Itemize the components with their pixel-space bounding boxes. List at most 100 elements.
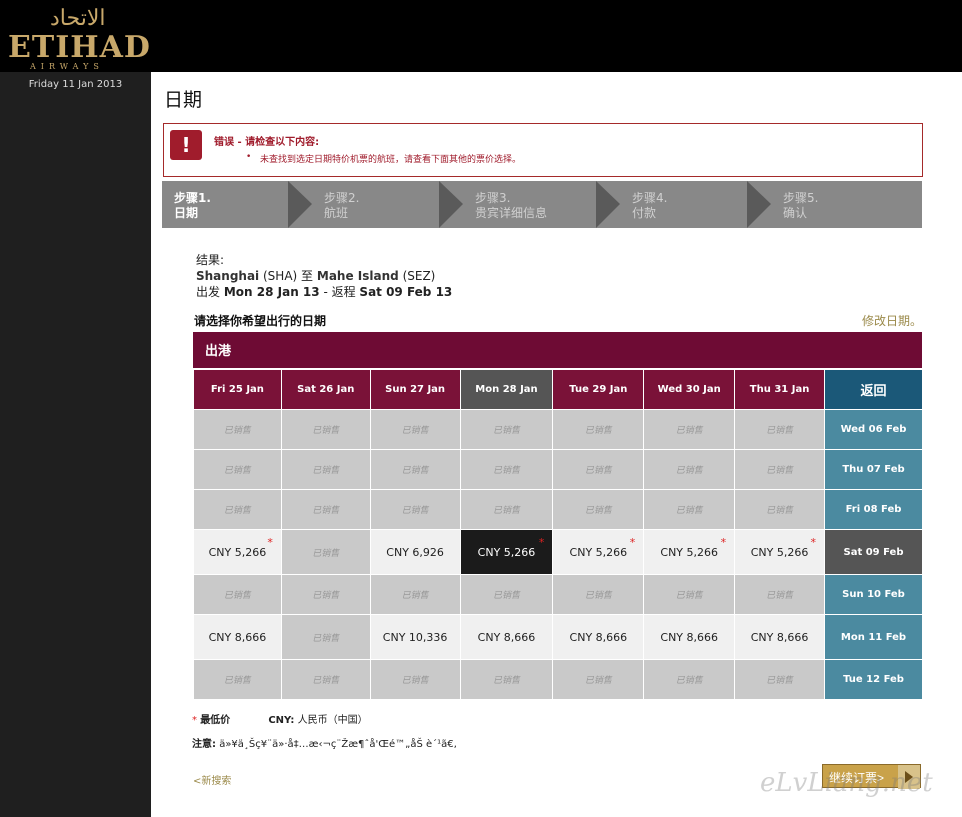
fare-cell[interactable]: CNY 5,266 * xyxy=(644,530,735,574)
sold-out-cell: 已销售 xyxy=(644,575,735,614)
select-dates-heading: 请选择你希望出行的日期 xyxy=(194,314,327,328)
change-dates-link[interactable]: 修改日期。 xyxy=(862,312,922,329)
new-search-link[interactable]: <新搜索 xyxy=(193,772,231,787)
step-date: 步骤1. 日期 xyxy=(162,181,312,228)
sold-out-cell: 已销售 xyxy=(194,450,281,489)
step-arrow-icon xyxy=(747,181,771,228)
fare-row: 已销售 已销售 已销售 已销售 已销售 已销售 已销售 Fri 08 Feb xyxy=(194,490,922,529)
sold-out-cell: 已销售 xyxy=(460,660,553,699)
sold-out-cell: 已销售 xyxy=(553,660,644,699)
fare-cell[interactable]: CNY 10,336 xyxy=(370,615,460,659)
sold-out-cell: 已销售 xyxy=(553,450,644,489)
destination-city: Mahe Island xyxy=(316,269,399,283)
sold-out-cell: 已销售 xyxy=(194,660,281,699)
fare-calendar-grid: Fri 25 Jan Sat 26 Jan Sun 27 Jan Mon 28 … xyxy=(193,369,923,700)
sold-out-cell: 已销售 xyxy=(281,410,370,449)
step-arrow-icon xyxy=(288,181,312,228)
fare-cell[interactable]: CNY 8,666 xyxy=(460,615,553,659)
depart-date: Mon 28 Jan 13 xyxy=(223,285,320,299)
step-arrow-icon xyxy=(596,181,620,228)
bullet-icon: • xyxy=(246,152,252,162)
fare-cell[interactable]: CNY 6,926 xyxy=(370,530,460,574)
fare-row: 已销售 已销售 已销售 已销售 已销售 已销售 已销售 Thu 07 Feb xyxy=(194,450,922,489)
error-item-text: 未查找到选定日期特价机票的航班，请查看下面其他的票价选择。 xyxy=(260,155,522,165)
fare-price: CNY 5,266 xyxy=(569,545,628,559)
step-label: 确认 xyxy=(783,206,808,220)
sold-out-cell: 已销售 xyxy=(370,490,460,529)
sold-out-cell: 已销售 xyxy=(281,660,370,699)
fare-price: CNY 5,266 xyxy=(208,545,267,559)
lowest-fare-star-icon: * xyxy=(192,715,197,726)
notice: 注意: ä»¥ä¸Šç¥¨ä»·å‡…æ‹¬ç¨Žæ¶ˆå'Œé™„åŠ è´¹… xyxy=(192,735,457,750)
return-date-cell: Sun 10 Feb xyxy=(825,575,922,614)
sold-out-cell: 已销售 xyxy=(194,575,281,614)
step-arrow-icon xyxy=(439,181,463,228)
error-message-box: ! 错误 - 请检查以下内容: • 未查找到选定日期特价机票的航班，请查看下面其… xyxy=(163,123,923,177)
outbound-date-header: Fri 25 Jan xyxy=(194,370,281,409)
left-sidebar: Friday 11 Jan 2013 xyxy=(0,72,151,817)
route-to: 至 xyxy=(301,269,314,283)
sold-out-cell: 已销售 xyxy=(735,450,824,489)
results-label: 结果: xyxy=(196,253,225,267)
return-date: Sat 09 Feb 13 xyxy=(359,285,453,299)
return-date-cell: Mon 11 Feb xyxy=(825,615,922,659)
outbound-date-header: Sun 27 Jan xyxy=(370,370,460,409)
sold-out-cell: 已销售 xyxy=(281,450,370,489)
notice-text: ä»¥ä¸Šç¥¨ä»·å‡…æ‹¬ç¨Žæ¶ˆå'Œé™„åŠ è´¹ã€‚ xyxy=(219,739,457,750)
fare-cell[interactable]: CNY 5,266 * xyxy=(460,530,553,574)
outbound-date-header: Mon 28 Jan xyxy=(460,370,553,409)
origin-city: Shanghai xyxy=(196,269,260,283)
grid-header-row: Fri 25 Jan Sat 26 Jan Sun 27 Jan Mon 28 … xyxy=(194,370,922,409)
route-summary: Shanghai (SHA) 至 Mahe Island (SEZ) xyxy=(196,267,435,284)
return-date-cell: Sat 09 Feb xyxy=(825,530,922,574)
fare-cell[interactable]: CNY 5,266 * xyxy=(194,530,281,574)
fare-price: CNY 10,336 xyxy=(382,630,448,644)
sold-out-cell: 已销售 xyxy=(370,410,460,449)
sold-out-cell: 已销售 xyxy=(281,490,370,529)
return-header: 返回 xyxy=(825,370,922,409)
depart-prefix: 出发 xyxy=(196,285,221,299)
sold-out-cell: 已销售 xyxy=(644,490,735,529)
sold-out-cell: 已销售 xyxy=(370,450,460,489)
fare-price: CNY 8,666 xyxy=(569,630,628,644)
sold-out-cell: 已销售 xyxy=(460,450,553,489)
origin-code: (SHA) xyxy=(263,269,298,283)
outbound-date-header: Sat 26 Jan xyxy=(281,370,370,409)
sold-out-cell: 已销售 xyxy=(553,575,644,614)
destination-code: (SEZ) xyxy=(402,269,436,283)
logo-wordmark: ETIHAD xyxy=(8,30,151,65)
outbound-date-header: Tue 29 Jan xyxy=(553,370,644,409)
sold-out-cell: 已销售 xyxy=(735,490,824,529)
watermark: eLvLiang.net xyxy=(760,768,933,798)
sold-out-cell: 已销售 xyxy=(370,660,460,699)
fare-cell[interactable]: CNY 8,666 xyxy=(194,615,281,659)
lowest-fare-star-icon: * xyxy=(267,536,273,549)
lowest-fare-label: 最低价 xyxy=(200,715,231,726)
sold-out-cell: 已销售 xyxy=(281,575,370,614)
fare-cell[interactable]: CNY 8,666 xyxy=(644,615,735,659)
fare-price: CNY 8,666 xyxy=(750,630,809,644)
fare-cell[interactable]: CNY 8,666 xyxy=(735,615,824,659)
fare-row: CNY 8,666 已销售 CNY 10,336 CNY 8,666 CNY 8,666… xyxy=(194,615,922,659)
sold-out-cell: 已销售 xyxy=(281,530,370,574)
fare-price: CNY 5,266 xyxy=(477,545,536,559)
error-item: • 未查找到选定日期特价机票的航班，请查看下面其他的票价选择。 xyxy=(246,152,522,165)
fare-cell[interactable]: CNY 5,266 * xyxy=(553,530,644,574)
fare-price: CNY 5,266 xyxy=(750,545,809,559)
fare-cell[interactable]: CNY 5,266 * xyxy=(735,530,824,574)
fare-cell[interactable]: CNY 8,666 xyxy=(553,615,644,659)
sold-out-cell: 已销售 xyxy=(735,575,824,614)
fare-price: CNY 8,666 xyxy=(477,630,536,644)
sold-out-cell: 已销售 xyxy=(194,490,281,529)
sold-out-cell: 已销售 xyxy=(460,575,553,614)
etihad-logo[interactable]: الاتحاد ETIHAD AIRWAYS xyxy=(8,6,156,71)
fare-price: CNY 8,666 xyxy=(660,630,719,644)
outbound-date-header: Thu 31 Jan xyxy=(735,370,824,409)
lowest-fare-star-icon: * xyxy=(538,536,545,549)
logo-arabic-text: الاتحاد xyxy=(50,6,106,31)
sold-out-cell: 已销售 xyxy=(194,410,281,449)
return-prefix: - 返程 xyxy=(323,285,356,299)
sold-out-cell: 已销售 xyxy=(281,615,370,659)
fare-row: 已销售 已销售 已销售 已销售 已销售 已销售 已销售 Tue 12 Feb xyxy=(194,660,922,699)
return-date-cell: Wed 06 Feb xyxy=(825,410,922,449)
